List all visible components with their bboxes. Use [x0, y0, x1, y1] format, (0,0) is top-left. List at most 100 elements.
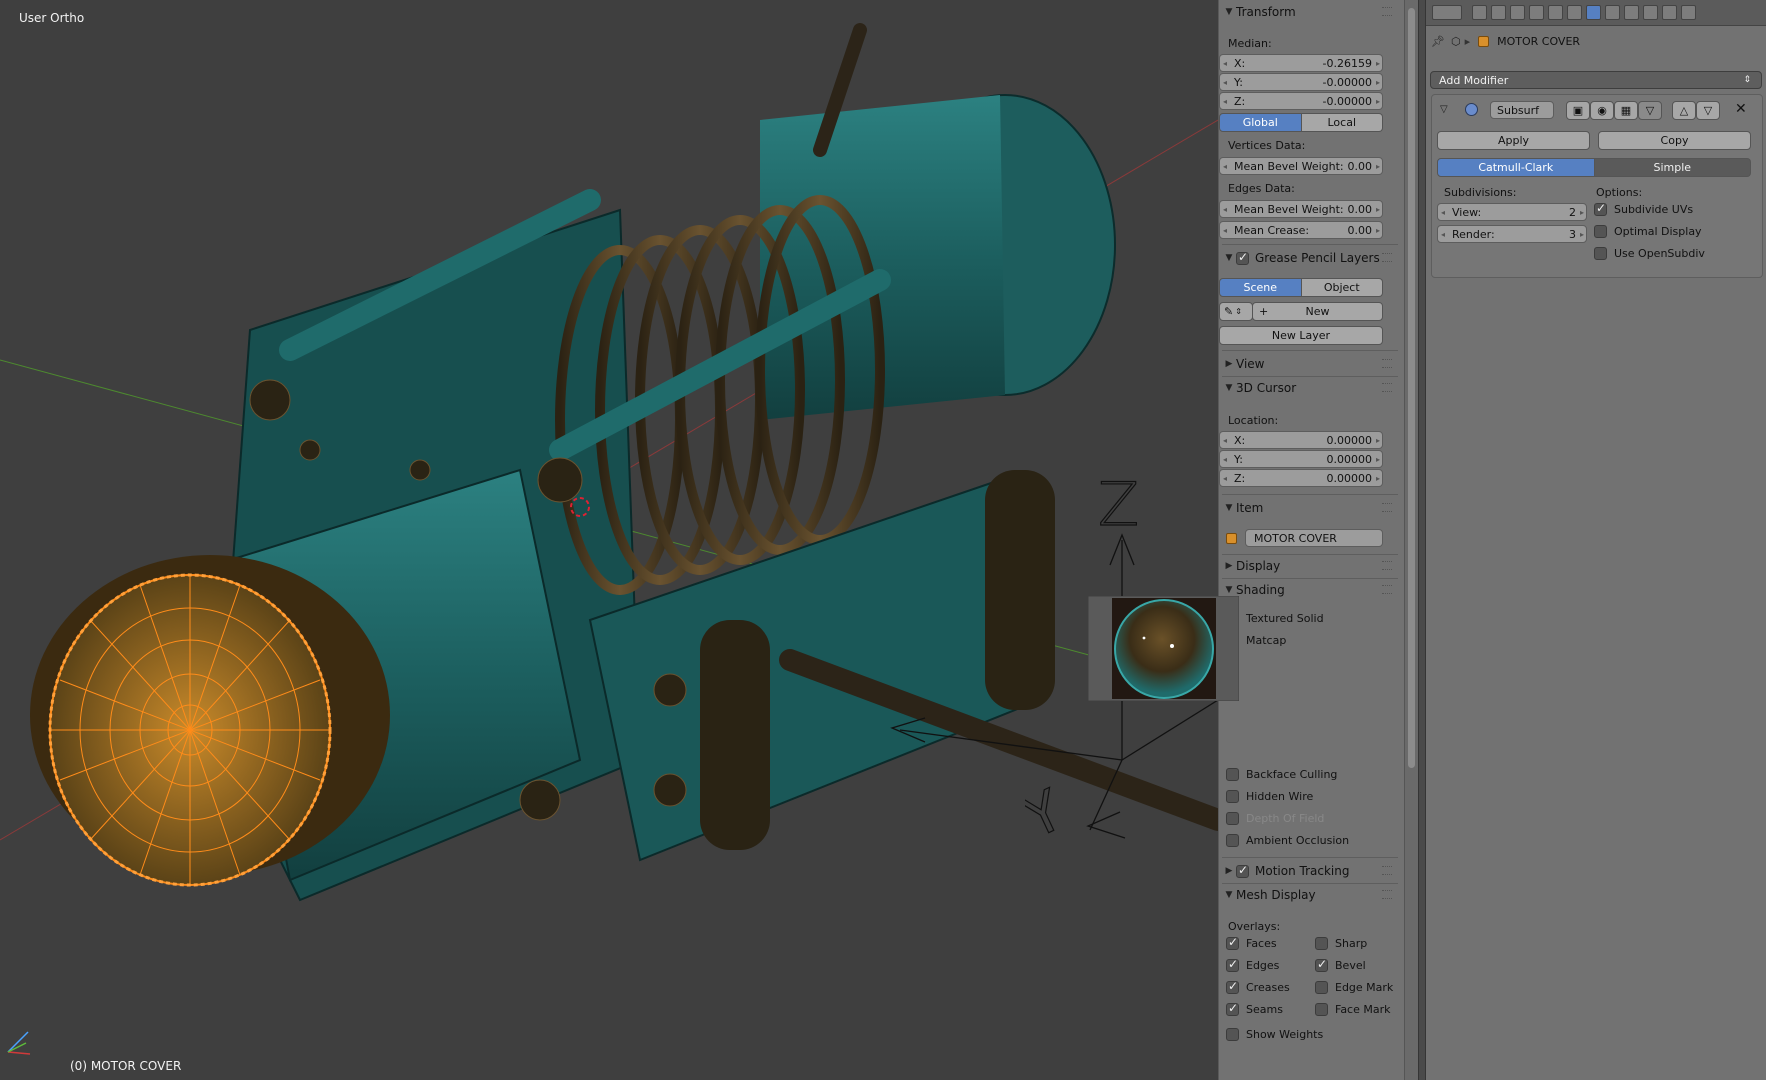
use-opensubdiv-checkbox[interactable]: Use OpenSubdiv: [1594, 247, 1705, 260]
copy-button[interactable]: Copy: [1598, 131, 1751, 150]
grease-pencil-new-button[interactable]: + New: [1252, 302, 1383, 321]
cursor-y-field[interactable]: Y:0.00000: [1219, 450, 1383, 468]
collapse-triangle-icon: ▼: [1225, 253, 1233, 263]
ambient-occlusion-checkbox[interactable]: Ambient Occlusion: [1226, 834, 1349, 847]
grease-pencil-enable-checkbox[interactable]: [1236, 250, 1249, 265]
subdivide-uvs-checkbox[interactable]: Subdivide UVs: [1594, 201, 1693, 216]
edge-crease-field[interactable]: Mean Crease:0.00: [1219, 221, 1383, 239]
bevel-overlay-checkbox[interactable]: Bevel: [1315, 957, 1366, 972]
render-layers-tab-icon[interactable]: [1491, 5, 1506, 20]
subdivisions-view-field[interactable]: View:2: [1437, 203, 1587, 221]
panel-header-motion-tracking[interactable]: ▶Motion Tracking: [1222, 861, 1398, 881]
collapse-triangle-icon: ▼: [1225, 890, 1233, 900]
world-tab-icon[interactable]: [1529, 5, 1544, 20]
scrollbar-thumb[interactable]: [1408, 8, 1415, 768]
modifiers-wrench-icon[interactable]: [1586, 5, 1601, 20]
render-tab-icon[interactable]: [1472, 5, 1487, 20]
svg-text:Z: Z: [1098, 473, 1139, 529]
drag-grip-icon[interactable]: [1382, 383, 1392, 392]
scene-button[interactable]: Scene: [1219, 278, 1302, 297]
drag-grip-icon[interactable]: [1382, 7, 1392, 16]
modifier-collapse-icon[interactable]: ▽: [1440, 104, 1448, 115]
panel-header-item[interactable]: ▼ Item: [1222, 498, 1398, 518]
3d-viewport[interactable]: Z Y User Ortho (0) MOTOR COVER: [0, 0, 1218, 1080]
simple-button[interactable]: Simple: [1594, 158, 1751, 177]
area-divider[interactable]: [1418, 0, 1426, 1080]
separator: [1222, 244, 1398, 245]
drag-grip-icon[interactable]: [1382, 866, 1392, 875]
drag-grip-icon[interactable]: [1382, 561, 1392, 570]
texture-tab-icon[interactable]: [1643, 5, 1658, 20]
physics-tab-icon[interactable]: [1681, 5, 1696, 20]
object-button[interactable]: Object: [1301, 278, 1383, 297]
render-toggle-icon[interactable]: ▣: [1566, 101, 1590, 120]
edge-mark-overlay-checkbox[interactable]: Edge Mark: [1315, 981, 1393, 994]
viewport-title: User Ortho: [19, 11, 85, 25]
median-y-field[interactable]: Y:-0.00000: [1219, 73, 1383, 91]
optimal-display-checkbox[interactable]: Optimal Display: [1594, 225, 1702, 238]
object-tab-icon[interactable]: [1548, 5, 1563, 20]
editor-type-icon[interactable]: [1432, 5, 1462, 20]
depth-of-field-checkbox: Depth Of Field: [1226, 812, 1324, 825]
sharp-overlay-checkbox[interactable]: Sharp: [1315, 937, 1367, 950]
local-button[interactable]: Local: [1301, 113, 1383, 132]
viewport-eye-icon[interactable]: ◉: [1590, 101, 1614, 120]
hidden-wire-checkbox[interactable]: Hidden Wire: [1226, 790, 1313, 803]
new-layer-button[interactable]: New Layer: [1219, 326, 1383, 345]
motion-tracking-enable-checkbox[interactable]: [1236, 863, 1249, 878]
cursor-z-field[interactable]: Z:0.00000: [1219, 469, 1383, 487]
pin-icon[interactable]: 📌︎: [1431, 35, 1445, 48]
drag-grip-icon[interactable]: [1382, 359, 1392, 368]
textured-solid-checkbox[interactable]: Textured Solid: [1226, 612, 1324, 625]
constraints-tab-icon[interactable]: [1567, 5, 1582, 20]
drag-grip-icon[interactable]: [1382, 890, 1392, 899]
material-tab-icon[interactable]: [1624, 5, 1639, 20]
panel-header-view[interactable]: ▶ View: [1222, 354, 1398, 374]
panel-header-mesh-display[interactable]: ▼ Mesh Display: [1222, 885, 1398, 905]
panel-header-shading[interactable]: ▼ Shading: [1222, 580, 1398, 600]
median-z-field[interactable]: Z:-0.00000: [1219, 92, 1383, 110]
seams-overlay-checkbox[interactable]: Seams: [1226, 1001, 1283, 1016]
median-x-field[interactable]: X:-0.26159: [1219, 54, 1383, 72]
data-tab-icon[interactable]: [1605, 5, 1620, 20]
shelf-scrollbar[interactable]: [1404, 0, 1418, 1080]
backface-culling-checkbox[interactable]: Backface Culling: [1226, 768, 1337, 781]
edge-bevel-weight-field[interactable]: Mean Bevel Weight:0.00: [1219, 200, 1383, 218]
panel-header-3d-cursor[interactable]: ▼ 3D Cursor: [1222, 378, 1398, 398]
subdivisions-render-field[interactable]: Render:3: [1437, 225, 1587, 243]
item-name-field[interactable]: MOTOR COVER: [1245, 529, 1383, 547]
catmull-clark-button[interactable]: Catmull-Clark: [1437, 158, 1595, 177]
show-weights-checkbox[interactable]: Show Weights: [1226, 1028, 1323, 1041]
subdivisions-label: Subdivisions:: [1444, 186, 1517, 199]
global-button[interactable]: Global: [1219, 113, 1302, 132]
drag-grip-icon[interactable]: [1382, 585, 1392, 594]
apply-button[interactable]: Apply: [1437, 131, 1590, 150]
edges-overlay-checkbox[interactable]: Edges: [1226, 957, 1279, 972]
remove-modifier-close-icon[interactable]: ✕: [1735, 101, 1747, 117]
matcap-preview[interactable]: [1088, 596, 1239, 701]
face-mark-overlay-checkbox[interactable]: Face Mark: [1315, 1003, 1391, 1016]
panel-header-grease-pencil[interactable]: ▼Grease Pencil Layers: [1222, 248, 1398, 268]
particles-tab-icon[interactable]: [1662, 5, 1677, 20]
grease-pencil-datablock-icon[interactable]: ✎ ⇕: [1219, 302, 1253, 321]
vertex-bevel-weight-field[interactable]: Mean Bevel Weight:0.00: [1219, 157, 1383, 175]
modifier-name-field[interactable]: Subsurf: [1490, 101, 1554, 119]
move-up-icon[interactable]: △: [1672, 101, 1696, 120]
separator: [1222, 376, 1398, 377]
cursor-x-field[interactable]: X:0.00000: [1219, 431, 1383, 449]
on-cage-icon[interactable]: ▽: [1638, 101, 1662, 120]
panel-header-display[interactable]: ▶ Display: [1222, 556, 1398, 576]
collapse-triangle-icon: ▼: [1225, 7, 1233, 17]
creases-overlay-checkbox[interactable]: Creases: [1226, 979, 1290, 994]
location-label: Location:: [1228, 414, 1279, 427]
faces-overlay-checkbox[interactable]: Faces: [1226, 935, 1277, 950]
active-object-label: (0) MOTOR COVER: [70, 1059, 182, 1073]
edit-mode-icon[interactable]: ▦: [1614, 101, 1638, 120]
add-modifier-dropdown[interactable]: Add Modifier ⇕: [1430, 71, 1762, 89]
scene-tab-icon[interactable]: [1510, 5, 1525, 20]
drag-grip-icon[interactable]: [1382, 503, 1392, 512]
move-down-icon[interactable]: ▽: [1696, 101, 1720, 120]
panel-header-transform[interactable]: ▼ Transform: [1222, 2, 1398, 22]
drag-grip-icon[interactable]: [1382, 253, 1392, 262]
collapse-triangle-icon: ▼: [1225, 585, 1233, 595]
